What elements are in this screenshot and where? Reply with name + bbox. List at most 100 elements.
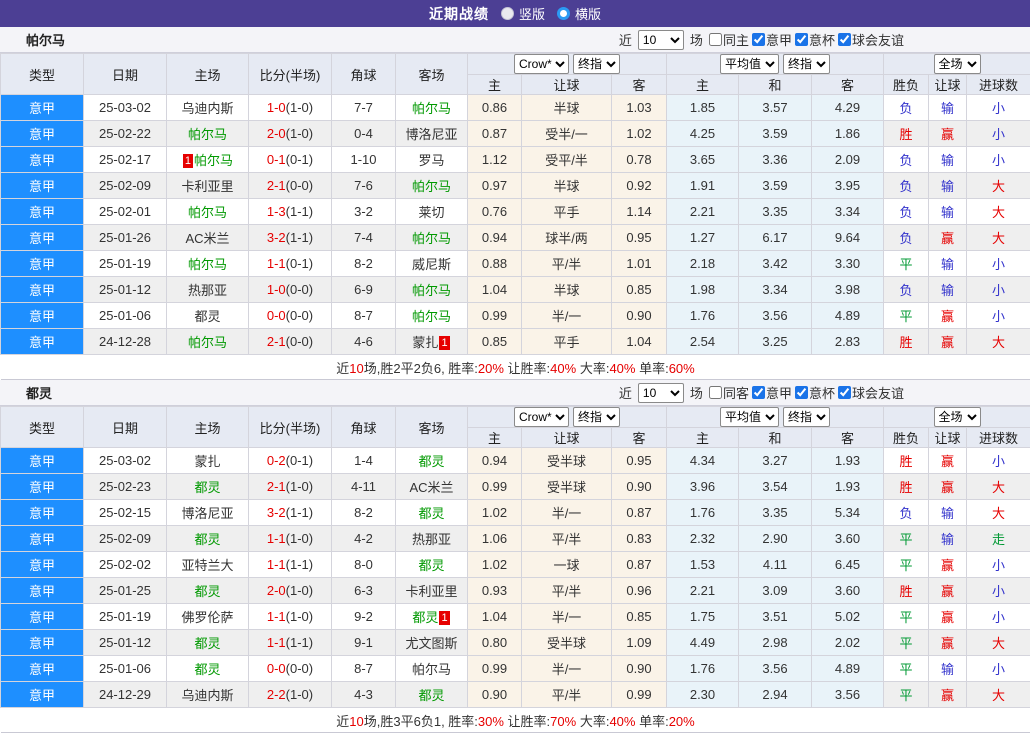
team-link[interactable]: 帕尔马	[188, 335, 227, 350]
filter-checkbox[interactable]: 意甲	[749, 383, 792, 402]
team-link[interactable]: 都灵	[418, 454, 444, 469]
average-select[interactable]: 平均值	[720, 407, 779, 427]
filter-checkbox-input[interactable]	[752, 386, 765, 399]
team-link[interactable]: 罗马	[418, 153, 444, 168]
team-link[interactable]: 都灵	[194, 309, 220, 324]
home-team-cell[interactable]: 帕尔马	[167, 251, 249, 277]
team-link[interactable]: 帕尔马	[412, 179, 451, 194]
filter-checkbox-input[interactable]	[838, 386, 851, 399]
team-link[interactable]: 都灵	[194, 636, 220, 651]
away-team-cell[interactable]: 博洛尼亚	[396, 121, 468, 147]
away-team-cell[interactable]: 帕尔马	[396, 95, 468, 121]
odds-time-select[interactable]: 终指	[573, 407, 620, 427]
filter-checkbox-input[interactable]	[795, 386, 808, 399]
odds-company-select[interactable]: Crow*	[514, 54, 569, 74]
team-link[interactable]: 热那亚	[412, 532, 451, 547]
away-team-cell[interactable]: 卡利亚里	[396, 578, 468, 604]
team-link[interactable]: 威尼斯	[412, 257, 451, 272]
team-link[interactable]: 帕尔马	[188, 127, 227, 142]
odds-company-select[interactable]: Crow*	[514, 407, 569, 427]
radio-vertical-icon[interactable]	[501, 7, 514, 20]
team-link[interactable]: 卡利亚里	[181, 179, 233, 194]
home-team-cell[interactable]: 乌迪内斯	[167, 95, 249, 121]
team-link[interactable]: AC米兰	[409, 480, 453, 495]
team-link[interactable]: 帕尔马	[412, 662, 451, 677]
filter-checkbox[interactable]: 意杯	[792, 383, 835, 402]
odds-time-select[interactable]: 终指	[573, 54, 620, 74]
filter-checkbox-input[interactable]	[709, 386, 722, 399]
team-link[interactable]: 帕尔马	[412, 101, 451, 116]
home-team-cell[interactable]: 热那亚	[167, 277, 249, 303]
away-team-cell[interactable]: 都灵	[396, 682, 468, 708]
team-link[interactable]: 蒙扎	[194, 454, 220, 469]
radio-horizontal-icon[interactable]	[557, 7, 570, 20]
team-link[interactable]: 佛罗伦萨	[181, 610, 233, 625]
team-link[interactable]: 都灵	[418, 688, 444, 703]
scope-select[interactable]: 全场	[934, 407, 981, 427]
home-team-cell[interactable]: 1帕尔马	[167, 147, 249, 173]
team-link[interactable]: 热那亚	[188, 283, 227, 298]
team-link[interactable]: 都灵	[194, 480, 220, 495]
home-team-cell[interactable]: 帕尔马	[167, 121, 249, 147]
average-select[interactable]: 平均值	[720, 54, 779, 74]
team-link[interactable]: 都灵	[418, 558, 444, 573]
scope-select[interactable]: 全场	[934, 54, 981, 74]
away-team-cell[interactable]: 威尼斯	[396, 251, 468, 277]
team-link[interactable]: 都灵	[418, 506, 444, 521]
team-link[interactable]: 都灵	[194, 532, 220, 547]
away-team-cell[interactable]: 帕尔马	[396, 225, 468, 251]
team-link[interactable]: 卡利亚里	[405, 584, 457, 599]
match-count-select[interactable]: 10	[638, 30, 684, 50]
team-link[interactable]: 亚特兰大	[181, 558, 233, 573]
away-team-cell[interactable]: 帕尔马	[396, 656, 468, 682]
home-team-cell[interactable]: 乌迪内斯	[167, 682, 249, 708]
filter-checkbox[interactable]: 意杯	[792, 30, 835, 49]
layout-radio-horizontal[interactable]: 横版	[557, 4, 601, 23]
filter-checkbox-input[interactable]	[752, 33, 765, 46]
home-team-cell[interactable]: 都灵	[167, 630, 249, 656]
away-team-cell[interactable]: AC米兰	[396, 474, 468, 500]
team-link[interactable]: 尤文图斯	[405, 636, 457, 651]
away-team-cell[interactable]: 都灵1	[396, 604, 468, 630]
match-count-select[interactable]: 10	[638, 383, 684, 403]
home-team-cell[interactable]: 亚特兰大	[167, 552, 249, 578]
team-link[interactable]: 博洛尼亚	[405, 127, 457, 142]
away-team-cell[interactable]: 帕尔马	[396, 173, 468, 199]
home-team-cell[interactable]: 都灵	[167, 526, 249, 552]
team-link[interactable]: 乌迪内斯	[181, 688, 233, 703]
away-team-cell[interactable]: 罗马	[396, 147, 468, 173]
home-team-cell[interactable]: 帕尔马	[167, 199, 249, 225]
team-link[interactable]: 都灵	[194, 662, 220, 677]
home-team-cell[interactable]: AC米兰	[167, 225, 249, 251]
layout-radio-vertical[interactable]: 竖版	[501, 4, 545, 23]
away-team-cell[interactable]: 尤文图斯	[396, 630, 468, 656]
team-link[interactable]: 都灵	[412, 610, 438, 625]
away-team-cell[interactable]: 都灵	[396, 500, 468, 526]
home-team-cell[interactable]: 蒙扎	[167, 448, 249, 474]
away-team-cell[interactable]: 帕尔马	[396, 277, 468, 303]
home-team-cell[interactable]: 都灵	[167, 474, 249, 500]
away-team-cell[interactable]: 都灵	[396, 552, 468, 578]
team-link[interactable]: 帕尔马	[412, 231, 451, 246]
team-link[interactable]: 乌迪内斯	[181, 101, 233, 116]
team-link[interactable]: AC米兰	[185, 231, 229, 246]
filter-checkbox-input[interactable]	[838, 33, 851, 46]
team-link[interactable]: 蒙扎	[412, 335, 438, 350]
away-team-cell[interactable]: 帕尔马	[396, 303, 468, 329]
away-team-cell[interactable]: 都灵	[396, 448, 468, 474]
filter-checkbox[interactable]: 同客	[706, 383, 749, 402]
filter-checkbox[interactable]: 同主	[706, 30, 749, 49]
average-time-select[interactable]: 终指	[783, 407, 830, 427]
away-team-cell[interactable]: 莱切	[396, 199, 468, 225]
team-link[interactable]: 博洛尼亚	[181, 506, 233, 521]
home-team-cell[interactable]: 都灵	[167, 578, 249, 604]
filter-checkbox-input[interactable]	[795, 33, 808, 46]
team-link[interactable]: 帕尔马	[188, 205, 227, 220]
team-link[interactable]: 莱切	[418, 205, 444, 220]
filter-checkbox[interactable]: 球会友谊	[835, 383, 904, 402]
filter-checkbox[interactable]: 意甲	[749, 30, 792, 49]
home-team-cell[interactable]: 卡利亚里	[167, 173, 249, 199]
home-team-cell[interactable]: 博洛尼亚	[167, 500, 249, 526]
away-team-cell[interactable]: 热那亚	[396, 526, 468, 552]
team-link[interactable]: 帕尔马	[188, 257, 227, 272]
